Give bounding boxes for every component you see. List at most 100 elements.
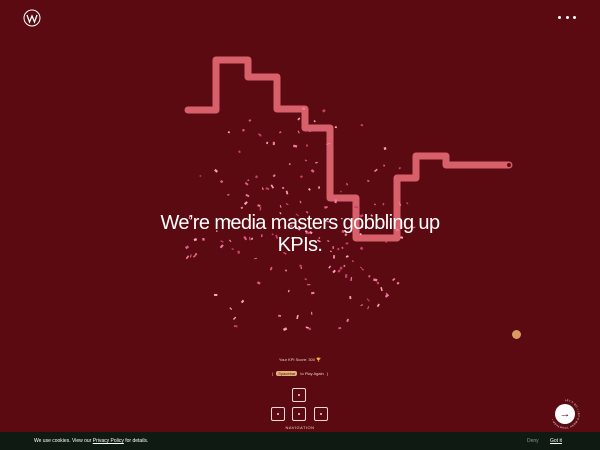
confetti-piece xyxy=(305,326,309,329)
confetti-piece xyxy=(285,190,289,195)
confetti-piece xyxy=(383,146,387,150)
confetti-piece xyxy=(238,150,241,154)
confetti-piece xyxy=(366,179,370,183)
food-dot xyxy=(512,330,521,339)
confetti-piece xyxy=(373,168,378,173)
left-key[interactable] xyxy=(271,407,285,421)
confetti-piece xyxy=(254,257,258,260)
confetti-piece xyxy=(308,187,311,191)
confetti-piece xyxy=(373,203,376,206)
confetti-piece xyxy=(297,130,300,134)
confetti-piece xyxy=(310,169,315,173)
confetti-piece xyxy=(269,266,273,271)
confetti-piece xyxy=(338,326,342,330)
confetti-piece xyxy=(227,194,230,196)
confetti-piece xyxy=(339,266,343,270)
confetti-piece xyxy=(270,184,275,189)
got-it-button[interactable]: Got it xyxy=(550,438,562,444)
confetti-piece xyxy=(350,277,353,282)
confetti-piece xyxy=(361,268,365,271)
confetti-piece xyxy=(354,206,359,209)
right-key[interactable] xyxy=(314,407,328,421)
confetti-piece xyxy=(334,199,337,204)
confetti-piece xyxy=(254,175,259,179)
confetti-piece xyxy=(328,265,332,269)
confetti-piece xyxy=(367,306,370,310)
arrow-right-icon[interactable]: → xyxy=(555,404,575,424)
confetti-piece xyxy=(240,206,244,210)
confetti-piece xyxy=(366,298,370,302)
confetti-piece xyxy=(245,193,250,198)
play-again-text: to Play Again xyxy=(300,371,324,376)
confetti-piece xyxy=(297,117,301,121)
confetti-piece xyxy=(299,175,303,179)
page-headline: We’re media masters gobbling up KPIs. xyxy=(160,212,441,257)
confetti-piece xyxy=(247,179,250,182)
up-key[interactable] xyxy=(292,388,306,402)
confetti-piece xyxy=(214,168,218,173)
confetti-piece xyxy=(345,274,348,278)
confetti-piece xyxy=(315,127,318,130)
confetti-piece xyxy=(315,161,318,164)
confetti-piece xyxy=(376,303,380,308)
confetti-piece xyxy=(313,119,316,123)
confetti-piece xyxy=(282,327,288,332)
confetti-piece xyxy=(287,289,290,293)
game-stage[interactable]: We’re media masters gobbling up KPIs. Yo… xyxy=(0,0,600,450)
confetti-piece xyxy=(360,123,364,127)
confetti-piece xyxy=(298,264,303,268)
play-again-hint: ( Spacebar to Play Again ) xyxy=(271,371,329,376)
confetti-piece xyxy=(392,277,396,282)
confetti-piece xyxy=(292,144,298,148)
confetti-piece xyxy=(396,281,400,285)
w-logo-icon[interactable] xyxy=(23,9,41,27)
confetti-piece xyxy=(278,314,282,317)
confetti-piece xyxy=(248,119,252,122)
confetti-piece xyxy=(376,281,380,285)
confetti-piece xyxy=(334,126,337,129)
spacebar-key-badge: Spacebar xyxy=(276,371,298,376)
confetti-piece xyxy=(296,314,299,320)
confetti-piece xyxy=(384,293,390,298)
confetti-piece xyxy=(382,202,385,206)
confetti-piece xyxy=(360,304,363,307)
confetti-piece xyxy=(339,190,342,193)
confetti-piece xyxy=(332,269,336,274)
confetti-piece xyxy=(257,133,262,137)
confetti-piece xyxy=(359,266,363,269)
more-dots-icon[interactable] xyxy=(558,12,576,22)
confetti-piece xyxy=(259,206,262,211)
confetti-piece xyxy=(265,187,270,191)
confetti-piece xyxy=(285,202,289,206)
kpi-score: Your KPI Score: 300 🏆 xyxy=(278,357,322,362)
confetti-piece xyxy=(261,187,264,191)
confetti-piece xyxy=(351,260,354,263)
contact-cta[interactable]: LET'S GO • LET'S WORK TOGETHER • → xyxy=(549,398,581,430)
confetti-piece xyxy=(306,144,309,147)
confetti-piece xyxy=(318,186,321,189)
privacy-policy-link[interactable]: Privacy Policy xyxy=(93,438,124,444)
confetti-piece xyxy=(299,200,302,204)
confetti-piece xyxy=(278,131,282,134)
confetti-piece xyxy=(229,307,233,310)
confetti-piece xyxy=(349,296,352,300)
confetti-piece xyxy=(272,141,275,146)
deny-button[interactable]: Deny xyxy=(527,438,539,444)
confetti-piece xyxy=(337,269,341,273)
down-key[interactable] xyxy=(292,407,306,421)
confetti-piece xyxy=(304,278,308,281)
confetti-piece xyxy=(257,204,261,207)
confetti-piece xyxy=(306,284,311,286)
confetti-piece xyxy=(243,201,248,206)
confetti-piece xyxy=(322,108,326,113)
confetti-piece xyxy=(242,128,245,132)
confetti-piece xyxy=(310,311,313,315)
confetti-piece xyxy=(343,264,346,268)
confetti-piece xyxy=(256,281,261,285)
confetti-piece xyxy=(233,324,238,328)
confetti-piece xyxy=(311,291,315,295)
confetti-piece xyxy=(244,181,249,186)
confetti-piece xyxy=(383,164,386,167)
confetti-piece xyxy=(345,182,349,186)
confetti-piece xyxy=(240,299,245,304)
